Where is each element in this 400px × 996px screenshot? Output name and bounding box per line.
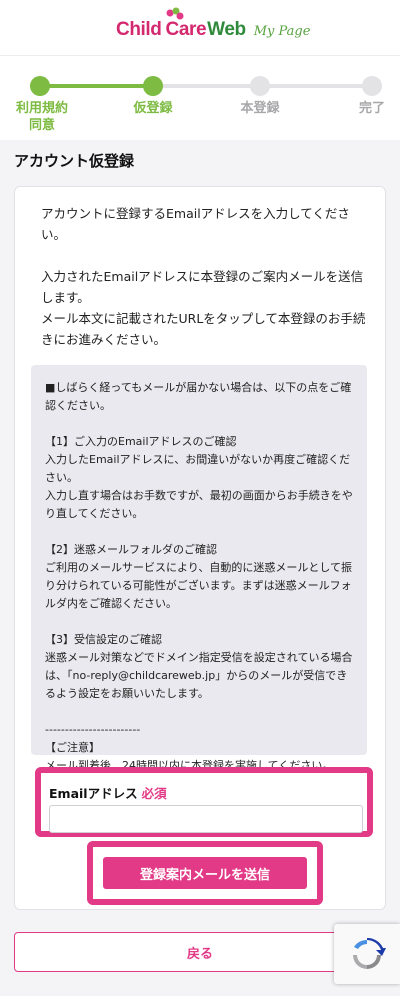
registration-card: アカウントに登録するEmailアドレスを入力してください。 入力されたEmail… xyxy=(14,186,386,910)
page-title: アカウント仮登録 xyxy=(14,152,135,170)
send-registration-email-button[interactable]: 登録案内メールを送信 xyxy=(103,857,307,889)
intro-text: アカウントに登録するEmailアドレスを入力してください。 入力されたEmail… xyxy=(41,203,367,350)
notice-box: ■しばらく経ってもメールが届かない場合は、以下の点をご確認ください。 【1】ご入… xyxy=(31,365,367,772)
notice-section-2-body: ご利用のメールサービスにより、自動的に迷惑メールとして振り分けられている可能性が… xyxy=(45,561,353,610)
step-dot-3 xyxy=(250,76,270,96)
notice-section-3-title: 【3】受信設定のご確認 xyxy=(45,633,162,646)
logo-subtitle: My Page xyxy=(253,24,311,39)
intro-paragraph-1: アカウントに登録するEmailアドレスを入力してください。 xyxy=(41,206,350,242)
app-header: Child Care Web My Page xyxy=(0,0,400,56)
notice-section-2-title: 【2】迷惑メールフォルダのご確認 xyxy=(45,543,217,556)
step-label-3: 本登録 xyxy=(240,101,280,116)
step-dot-1 xyxy=(30,76,50,96)
notice-divider: ------------------------ xyxy=(45,723,141,736)
logo-word-child: Child xyxy=(116,19,162,40)
notice-section-3-body: 迷惑メール対策などでドメイン指定受信を設定されている場合は、「no-reply@… xyxy=(45,651,353,700)
notice-section-1-body: 入力したEmailアドレスに、お間違いがないか再度ご確認ください。 入力し直す場… xyxy=(45,453,353,520)
brand-logo[interactable]: Child Care Web My Page xyxy=(116,17,310,41)
email-label-text: Emailアドレス xyxy=(49,786,138,801)
back-button[interactable]: 戻る xyxy=(14,932,386,972)
step-label-4: 完了 xyxy=(358,101,385,116)
notice-lead: ■しばらく経ってもメールが届かない場合は、以下の点をご確認ください。 xyxy=(45,381,352,412)
step-dot-4 xyxy=(362,76,382,96)
step-label-2: 仮登録 xyxy=(133,101,173,116)
notice-section-1-title: 【1】ご入力のEmailアドレスのご確認 xyxy=(45,435,237,448)
email-field-group: Emailアドレス 必須 xyxy=(35,767,373,837)
intro-paragraph-2: 入力されたEmailアドレスに本登録のご案内メールを送信します。 メール本文に記… xyxy=(41,269,366,347)
step-connector-done xyxy=(40,84,153,88)
recaptcha-badge[interactable] xyxy=(334,924,400,984)
required-badge: 必須 xyxy=(141,786,167,801)
logo-word-web: Web xyxy=(207,19,246,40)
progress-steps: 利用規約 同意 仮登録 本登録 完了 xyxy=(0,56,400,140)
submit-button-frame: 登録案内メールを送信 xyxy=(87,841,323,905)
email-input[interactable] xyxy=(49,805,363,833)
logo-word-care: Care xyxy=(165,19,207,40)
recaptcha-icon xyxy=(353,937,386,969)
step-label-1: 利用規約 同意 xyxy=(15,101,68,133)
notice-caution-title: 【ご注意】 xyxy=(45,741,100,754)
step-dot-2 xyxy=(143,76,163,96)
email-label: Emailアドレス 必須 xyxy=(49,783,167,802)
